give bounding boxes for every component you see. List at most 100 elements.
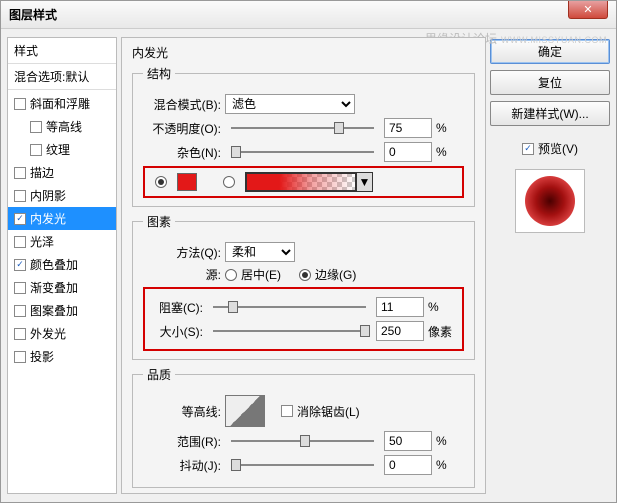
source-center-label: 居中(E) bbox=[241, 266, 281, 283]
structure-group: 结构 混合模式(B): 滤色 不透明度(O): % 杂色(N): % bbox=[132, 65, 475, 207]
gradient-radio[interactable] bbox=[223, 176, 235, 188]
opacity-slider[interactable] bbox=[231, 120, 374, 136]
sidebar-item-label: 内阴影 bbox=[30, 187, 66, 204]
sidebar-item-5[interactable]: ✓ 内发光 bbox=[8, 207, 116, 230]
preview-thumbnail bbox=[515, 169, 585, 233]
blend-mode-label: 混合模式(B): bbox=[143, 96, 221, 113]
sidebar-item-11[interactable]: 投影 bbox=[8, 345, 116, 368]
close-button[interactable]: ✕ bbox=[568, 1, 608, 19]
jitter-unit: % bbox=[436, 458, 464, 472]
sidebar-item-label: 外发光 bbox=[30, 325, 66, 342]
quality-legend: 品质 bbox=[143, 366, 175, 383]
blend-mode-select[interactable]: 滤色 bbox=[225, 94, 355, 114]
opacity-label: 不透明度(O): bbox=[143, 120, 221, 137]
technique-select[interactable]: 柔和 bbox=[225, 242, 295, 262]
size-unit: 像素 bbox=[428, 323, 456, 340]
source-edge-radio[interactable] bbox=[299, 269, 311, 281]
choke-input[interactable] bbox=[376, 297, 424, 317]
sidebar-item-label: 等高线 bbox=[46, 118, 82, 135]
source-center-radio[interactable] bbox=[225, 269, 237, 281]
sidebar-item-0[interactable]: 斜面和浮雕 bbox=[8, 92, 116, 115]
sidebar-item-label: 图案叠加 bbox=[30, 302, 78, 319]
jitter-slider[interactable] bbox=[231, 457, 374, 473]
sidebar-item-label: 光泽 bbox=[30, 233, 54, 250]
sidebar-blending-options[interactable]: 混合选项:默认 bbox=[8, 64, 116, 90]
sidebar-item-label: 描边 bbox=[30, 164, 54, 181]
range-slider[interactable] bbox=[231, 433, 374, 449]
opacity-input[interactable] bbox=[384, 118, 432, 138]
titlebar: 图层样式 ✕ bbox=[1, 1, 616, 29]
preview-label: 预览(V) bbox=[538, 140, 578, 157]
highlight-box-size: 阻塞(C): % 大小(S): 像素 bbox=[143, 287, 464, 351]
size-input[interactable] bbox=[376, 321, 424, 341]
antialias-checkbox[interactable] bbox=[281, 405, 293, 417]
choke-unit: % bbox=[428, 300, 456, 314]
sidebar-item-label: 纹理 bbox=[46, 141, 70, 158]
gradient-picker[interactable]: ▼ bbox=[245, 172, 373, 192]
noise-input[interactable] bbox=[384, 142, 432, 162]
sidebar-item-7[interactable]: ✓ 颜色叠加 bbox=[8, 253, 116, 276]
technique-label: 方法(Q): bbox=[143, 244, 221, 261]
sidebar-header[interactable]: 样式 bbox=[8, 38, 116, 64]
highlight-box-color: ▼ bbox=[143, 166, 464, 198]
sidebar-checkbox[interactable] bbox=[14, 282, 26, 294]
contour-label: 等高线: bbox=[143, 403, 221, 420]
layer-style-dialog: 图层样式 ✕ 思缘设计论坛WWW.MISSYUAN.COM 样式 混合选项:默认… bbox=[0, 0, 617, 503]
source-edge-label: 边缘(G) bbox=[315, 266, 356, 283]
range-input[interactable] bbox=[384, 431, 432, 451]
sidebar-item-label: 颜色叠加 bbox=[30, 256, 78, 273]
sidebar-checkbox[interactable] bbox=[14, 167, 26, 179]
sidebar-checkbox[interactable] bbox=[30, 121, 42, 133]
sidebar-checkbox[interactable]: ✓ bbox=[14, 259, 26, 271]
sidebar-checkbox[interactable] bbox=[14, 328, 26, 340]
styles-sidebar: 样式 混合选项:默认 斜面和浮雕等高线纹理描边内阴影 ✓ 内发光光泽 ✓ 颜色叠加渐变叠… bbox=[7, 37, 117, 494]
sidebar-checkbox[interactable] bbox=[30, 144, 42, 156]
sidebar-item-label: 斜面和浮雕 bbox=[30, 95, 90, 112]
jitter-input[interactable] bbox=[384, 455, 432, 475]
sidebar-checkbox[interactable] bbox=[14, 305, 26, 317]
choke-slider[interactable] bbox=[213, 299, 366, 315]
effect-panel: 内发光 结构 混合模式(B): 滤色 不透明度(O): % 杂色(N): bbox=[121, 37, 486, 494]
chevron-down-icon[interactable]: ▼ bbox=[356, 173, 372, 191]
structure-legend: 结构 bbox=[143, 65, 175, 82]
source-label: 源: bbox=[143, 266, 221, 283]
sidebar-item-3[interactable]: 描边 bbox=[8, 161, 116, 184]
antialias-label: 消除锯齿(L) bbox=[297, 403, 360, 420]
cancel-button[interactable]: 复位 bbox=[490, 70, 610, 95]
preview-checkbox[interactable]: ✓ bbox=[522, 143, 534, 155]
sidebar-item-10[interactable]: 外发光 bbox=[8, 322, 116, 345]
size-label: 大小(S): bbox=[151, 323, 203, 340]
jitter-label: 抖动(J): bbox=[143, 457, 221, 474]
sidebar-item-1[interactable]: 等高线 bbox=[8, 115, 116, 138]
sidebar-checkbox[interactable] bbox=[14, 190, 26, 202]
color-swatch[interactable] bbox=[177, 173, 197, 191]
sidebar-checkbox[interactable]: ✓ bbox=[14, 213, 26, 225]
elements-group: 图素 方法(Q): 柔和 源: 居中(E) 边缘(G) 阻塞(C): bbox=[132, 213, 475, 360]
sidebar-checkbox[interactable] bbox=[14, 351, 26, 363]
sidebar-checkbox[interactable] bbox=[14, 236, 26, 248]
choke-label: 阻塞(C): bbox=[151, 299, 203, 316]
sidebar-item-9[interactable]: 图案叠加 bbox=[8, 299, 116, 322]
panel-title: 内发光 bbox=[132, 44, 475, 61]
sidebar-item-8[interactable]: 渐变叠加 bbox=[8, 276, 116, 299]
size-slider[interactable] bbox=[213, 323, 366, 339]
sidebar-item-label: 投影 bbox=[30, 348, 54, 365]
opacity-unit: % bbox=[436, 121, 464, 135]
sidebar-item-4[interactable]: 内阴影 bbox=[8, 184, 116, 207]
solid-color-radio[interactable] bbox=[155, 176, 167, 188]
sidebar-item-6[interactable]: 光泽 bbox=[8, 230, 116, 253]
sidebar-item-label: 渐变叠加 bbox=[30, 279, 78, 296]
contour-picker[interactable] bbox=[225, 395, 265, 427]
sidebar-list: 斜面和浮雕等高线纹理描边内阴影 ✓ 内发光光泽 ✓ 颜色叠加渐变叠加图案叠加外发光投影 bbox=[8, 90, 116, 370]
range-unit: % bbox=[436, 434, 464, 448]
elements-legend: 图素 bbox=[143, 213, 175, 230]
noise-label: 杂色(N): bbox=[143, 144, 221, 161]
range-label: 范围(R): bbox=[143, 433, 221, 450]
new-style-button[interactable]: 新建样式(W)... bbox=[490, 101, 610, 126]
sidebar-checkbox[interactable] bbox=[14, 98, 26, 110]
noise-slider[interactable] bbox=[231, 144, 374, 160]
sidebar-item-2[interactable]: 纹理 bbox=[8, 138, 116, 161]
window-title: 图层样式 bbox=[9, 6, 57, 23]
noise-unit: % bbox=[436, 145, 464, 159]
sidebar-item-label: 内发光 bbox=[30, 210, 66, 227]
